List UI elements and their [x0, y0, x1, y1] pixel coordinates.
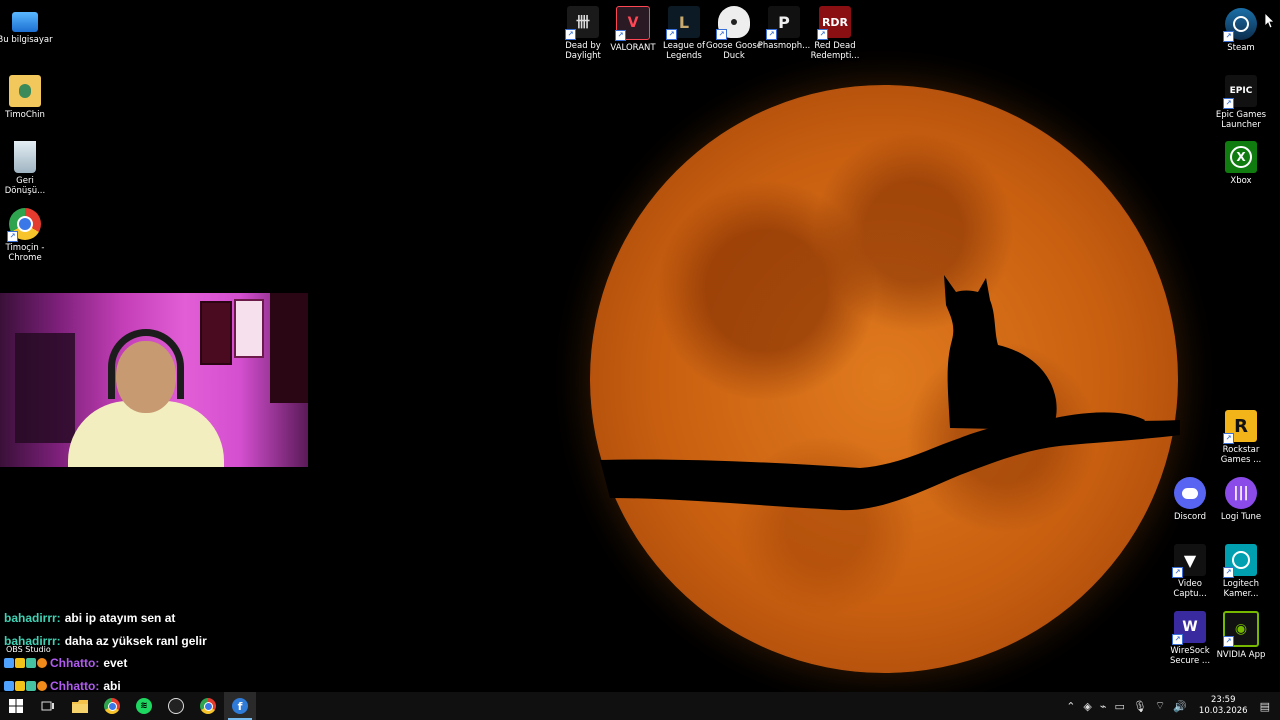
clock-time: 23:59 — [1211, 695, 1236, 705]
display-icon[interactable]: ▭ — [1115, 700, 1125, 713]
desktop-icon-logitech-camera[interactable]: ↗ Logitech Kamer... — [1212, 544, 1270, 599]
cat-on-branch-silhouette — [600, 275, 1180, 511]
task-view-icon — [41, 701, 54, 711]
desktop-icon-logi-tune[interactable]: ||| Logi Tune — [1212, 477, 1270, 522]
wall-poster — [270, 293, 308, 403]
sword-badge-icon — [4, 680, 14, 691]
desktop-icon-video-capture[interactable]: ▼ ↗ Video Captu... — [1161, 544, 1219, 599]
recycle-bin-icon — [14, 141, 36, 173]
chrome-icon: ↗ — [7, 208, 41, 242]
chevron-up-icon[interactable]: ⌃ — [1066, 700, 1075, 713]
task-view-button[interactable] — [32, 692, 64, 720]
chat-text: abi ip atayım sen at — [64, 611, 176, 626]
league-of-legends-icon: L ↗ — [666, 6, 700, 40]
desktop-icon-chrome-profile[interactable]: ↗ Timoçin - Chrome — [0, 208, 54, 263]
webcam-overlay — [0, 293, 308, 467]
desktop-icon-epic-games[interactable]: EPIC ↗ Epic Games Launcher — [1212, 75, 1270, 130]
steam-icon: ↗ — [1223, 8, 1257, 42]
fluent-app-button[interactable]: f — [224, 692, 256, 720]
chrome-profile-button[interactable] — [192, 692, 224, 720]
desktop-icon-timochin[interactable]: TimoChin — [0, 75, 54, 120]
nvidia-icon: ◉ ↗ — [1223, 611, 1259, 647]
background-shelf — [15, 333, 75, 443]
sub-badge-icon — [26, 658, 36, 669]
chat-username: bahadirrr: — [4, 611, 61, 626]
chat-message: Chhatto: abi — [4, 675, 324, 692]
mouse-cursor-icon — [1265, 13, 1275, 29]
chat-text: daha az yüksek ranl gelir — [64, 633, 207, 648]
chat-text: evet — [103, 656, 128, 671]
bits-badge-icon — [37, 658, 47, 669]
chrome-button[interactable] — [96, 692, 128, 720]
valorant-icon: V ↗ — [615, 6, 650, 41]
epic-games-icon: EPIC ↗ — [1223, 75, 1257, 109]
file-explorer-button[interactable] — [64, 692, 96, 720]
sword-badge-icon — [4, 658, 14, 669]
goose-goose-duck-icon: ↗ — [716, 6, 750, 40]
start-button[interactable] — [0, 692, 32, 720]
usb-icon[interactable]: ⌁ — [1100, 700, 1107, 713]
desktop-icon-xbox[interactable]: X Xbox — [1212, 141, 1270, 186]
wall-poster — [234, 299, 264, 358]
user-folder-icon — [9, 75, 41, 107]
desktop-icon-this-pc[interactable]: Bu bilgisayar — [0, 8, 54, 45]
taskbar: ≋ f ⌃ ◈ ⌁ ▭ 🎙 ⌔ 🔊 23:59 10.03.2026 ▤ — [0, 692, 1280, 720]
crown-badge-icon — [15, 680, 25, 691]
wifi-icon[interactable]: ⌔ — [1155, 699, 1165, 713]
obs-studio-label[interactable]: OBS Studio — [6, 645, 51, 654]
dead-by-daylight-icon: 卌 ↗ — [565, 6, 599, 40]
discord-icon — [1174, 477, 1206, 509]
clock-date: 10.03.2026 — [1198, 706, 1248, 716]
notifications-icon[interactable]: ▤ — [1260, 700, 1270, 713]
red-dead-redemption-icon: RDR ↗ — [817, 6, 851, 40]
video-capture-icon: ▼ ↗ — [1172, 544, 1206, 578]
chat-username: Chhatto: — [50, 678, 100, 692]
obs-button[interactable] — [160, 692, 192, 720]
volume-icon[interactable]: 🔊 — [1173, 700, 1187, 713]
desktop-icon-nvidia-app[interactable]: ◉ ↗ NVIDIA App — [1212, 611, 1270, 660]
app-f-icon: f — [232, 698, 248, 714]
chat-text: abi — [103, 678, 121, 692]
desktop-icon-wiresock[interactable]: W ↗ WireSock Secure ... — [1161, 611, 1219, 666]
desktop-icon-recycle-bin[interactable]: Geri Dönüşü... — [0, 141, 54, 196]
chat-message: bahadirrr: abi ip atayım sen at — [4, 607, 324, 630]
spotify-icon: ≋ — [136, 698, 152, 714]
crown-badge-icon — [15, 658, 25, 669]
windows-icon — [9, 699, 23, 713]
sub-badge-icon — [26, 680, 36, 691]
chat-overlay: bahadirrr: abi ip atayım sen at bahadirr… — [4, 607, 324, 692]
headphones — [108, 329, 184, 399]
computer-icon — [12, 12, 38, 32]
clock[interactable]: 23:59 10.03.2026 — [1199, 695, 1248, 717]
desktop-icon-phasmophobia[interactable]: P ↗ Phasmoph... — [755, 6, 813, 51]
bits-badge-icon — [37, 680, 47, 691]
phasmophobia-icon: P ↗ — [766, 6, 800, 40]
desktop-icon-valorant[interactable]: V ↗ VALORANT — [604, 6, 662, 53]
chrome-icon — [104, 698, 120, 714]
rockstar-icon: R ↗ — [1223, 410, 1257, 444]
spotify-button[interactable]: ≋ — [128, 692, 160, 720]
logi-tune-icon: ||| — [1225, 477, 1257, 509]
network-status-icon[interactable]: ◈ — [1083, 700, 1091, 713]
chat-username: Chhatto: — [50, 656, 100, 671]
desktop-icon-rockstar[interactable]: R ↗ Rockstar Games ... — [1212, 410, 1270, 465]
desktop-icon-discord[interactable]: Discord — [1161, 477, 1219, 522]
logitech-camera-icon: ↗ — [1223, 544, 1257, 578]
chat-message: Chhatto: evet — [4, 652, 324, 675]
wiresock-icon: W ↗ — [1172, 611, 1206, 645]
folder-icon — [72, 699, 88, 713]
system-tray: ⌃ ◈ ⌁ ▭ 🎙 ⌔ 🔊 23:59 10.03.2026 ▤ — [1062, 692, 1280, 720]
chrome-icon — [200, 698, 216, 714]
desktop-icon-steam[interactable]: ↗ Steam — [1212, 8, 1270, 53]
chat-message: bahadirrr: daha az yüksek ranl gelir — [4, 630, 324, 653]
microphone-icon[interactable]: 🎙 — [1133, 700, 1147, 713]
desktop: Bu bilgisayar TimoChin Geri Dönüşü... ↗ … — [0, 0, 1280, 692]
desktop-icon-red-dead-redemption[interactable]: RDR ↗ Red Dead Redempti... — [806, 6, 864, 61]
wall-poster — [200, 301, 232, 365]
xbox-icon: X — [1225, 141, 1257, 173]
obs-icon — [168, 698, 184, 714]
